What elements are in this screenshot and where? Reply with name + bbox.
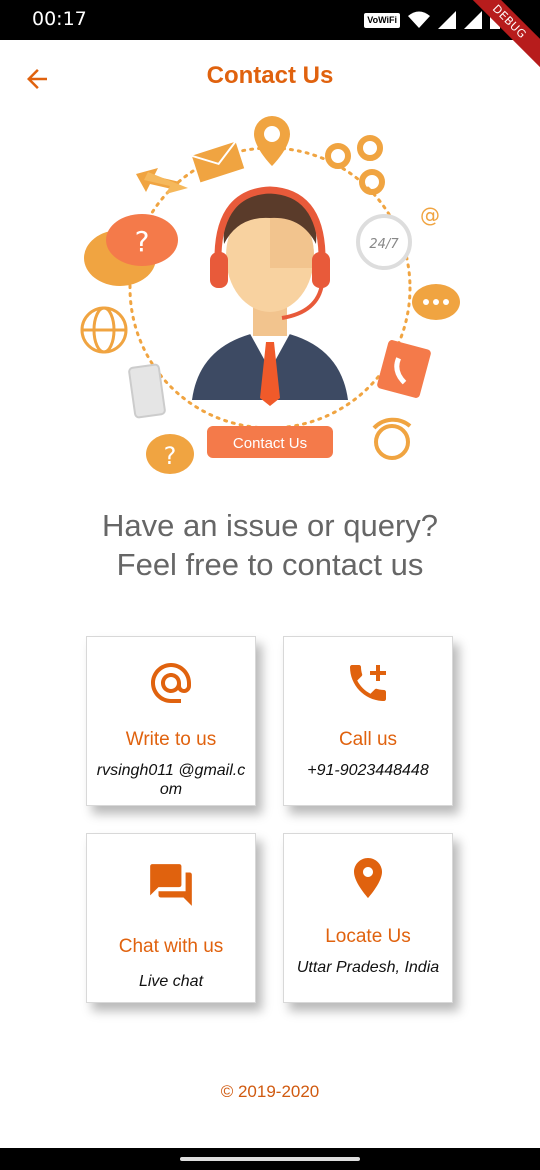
at-sign-icon — [151, 663, 191, 703]
vowifi-badge: VoWiFi — [364, 12, 400, 28]
contact-illustration: 24/7 @ ? ? Contact Us — [80, 116, 460, 474]
phone-book-icon — [377, 340, 431, 398]
locate-us-detail: Uttar Pradesh, India — [296, 959, 440, 976]
write-to-us-title: Write to us — [125, 729, 217, 750]
clock-label: 24/7 — [369, 237, 399, 252]
call-ring-icon — [372, 417, 412, 460]
contact-us-badge: Contact Us — [207, 426, 333, 458]
location-icon — [254, 116, 290, 166]
call-us-card[interactable]: Call us +91-9023448448 — [283, 636, 453, 806]
at-symbol-decor: @ — [420, 203, 440, 227]
locate-us-title: Locate Us — [325, 926, 411, 947]
tagline-line-1: Have an issue or query? — [101, 508, 439, 543]
chat-with-us-card[interactable]: Chat with us Live chat — [86, 833, 256, 1003]
app-bar: Contact Us — [0, 40, 540, 116]
page-title: Contact Us — [206, 62, 334, 89]
call-us-title: Call us — [338, 729, 398, 750]
add-call-icon — [350, 665, 386, 701]
wifi-icon — [408, 11, 430, 28]
tagline: Have an issue or query? Feel free to con… — [0, 506, 540, 584]
write-to-us-card[interactable]: Write to us rvsingh011 @gmail.com — [86, 636, 256, 806]
call-us-detail: +91-9023448448 — [307, 762, 429, 779]
home-gesture-handle[interactable] — [180, 1157, 360, 1161]
support-agent — [192, 186, 348, 406]
chat-dots-icon — [412, 284, 460, 320]
status-icons: VoWiFi — [364, 11, 500, 29]
envelope-icon — [191, 140, 245, 183]
write-to-us-detail: rvsingh011 @gmail.com — [96, 762, 246, 798]
svg-text:?: ? — [135, 225, 150, 258]
signal-roaming-icon — [464, 11, 482, 29]
question-bubble-small-icon: ? — [146, 434, 194, 474]
badge-label: Contact Us — [233, 435, 307, 452]
tagline-line-2: Feel free to contact us — [116, 547, 424, 582]
svg-text:?: ? — [164, 442, 177, 470]
chat-with-us-title: Chat with us — [118, 936, 224, 957]
system-nav-bar — [0, 1148, 540, 1170]
location-pin-icon — [354, 858, 382, 898]
gears-icon — [325, 135, 385, 195]
status-bar: 00:17 VoWiFi DEBUG — [0, 0, 540, 76]
status-time: 00:17 — [32, 8, 87, 30]
locate-us-card[interactable]: Locate Us Uttar Pradesh, India — [283, 833, 453, 1003]
signal-icon — [438, 11, 456, 29]
chat-with-us-detail: Live chat — [138, 973, 204, 990]
copyright-footer: © 2019-2020 — [220, 1082, 320, 1101]
forum-icon — [150, 864, 192, 906]
question-bubbles-icon: ? — [84, 214, 178, 286]
mobile-phone-icon — [128, 363, 166, 419]
globe-icon — [80, 306, 128, 354]
clock-icon: 24/7 — [356, 214, 412, 270]
